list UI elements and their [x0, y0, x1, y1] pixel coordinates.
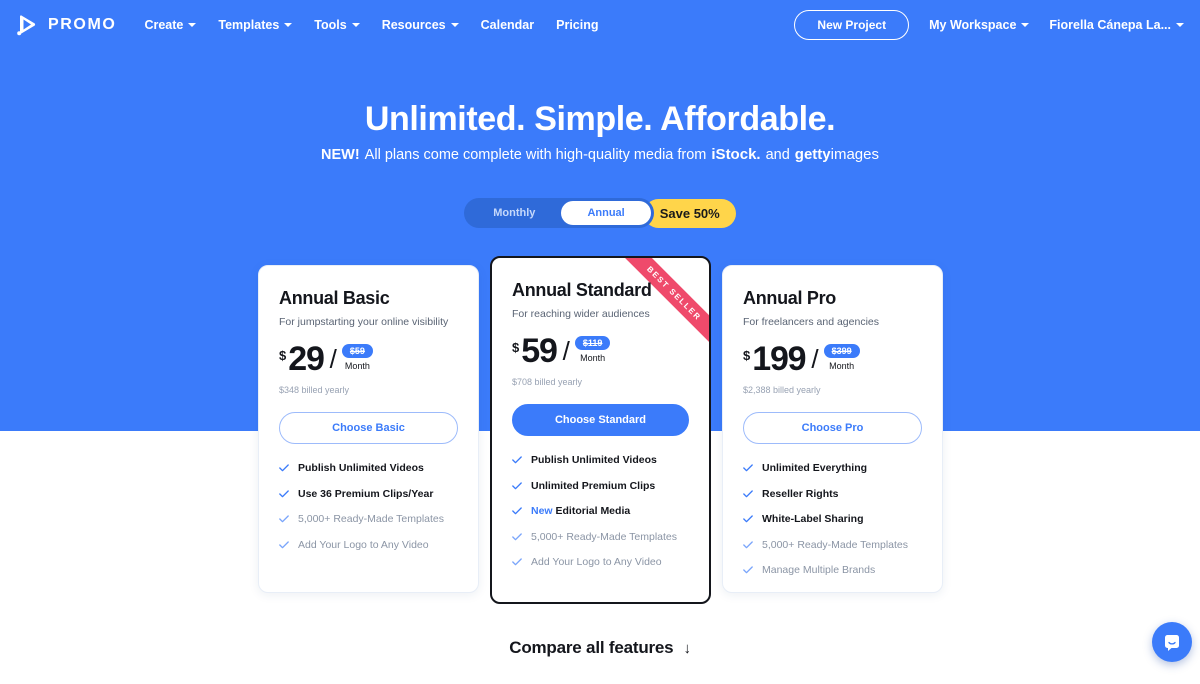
check-icon: [512, 507, 522, 515]
choose-basic-button[interactable]: Choose Basic: [279, 412, 458, 444]
feature-item: Publish Unlimited Videos: [512, 454, 689, 467]
feature-text: Add Your Logo to Any Video: [531, 556, 662, 569]
choose-standard-button[interactable]: Choose Standard: [512, 404, 689, 436]
feature-item-editorial: New Editorial Media: [512, 505, 689, 518]
check-icon: [279, 489, 289, 497]
check-icon: [743, 566, 753, 574]
period-label: Month: [344, 361, 370, 371]
check-icon: [279, 541, 289, 549]
pricing-cards: Annual Basic For jumpstarting your onlin…: [0, 0, 1200, 684]
toggle-option-annual[interactable]: Annual: [561, 201, 651, 225]
feature-item: 5,000+ Ready-Made Templates: [512, 531, 689, 544]
feature-item: 5,000+ Ready-Made Templates: [743, 539, 922, 552]
feature-text: Add Your Logo to Any Video: [298, 538, 429, 551]
chat-launcher-button[interactable]: [1152, 622, 1192, 662]
feature-list: Unlimited Everything Reseller Rights Whi…: [743, 462, 922, 577]
period-label: Month: [580, 353, 606, 363]
check-icon: [743, 489, 753, 497]
currency-symbol: $: [743, 348, 751, 363]
plan-title: Annual Standard: [512, 280, 652, 300]
feature-list: Publish Unlimited Videos Use 36 Premium …: [279, 462, 458, 551]
feature-item: Use 36 Premium Clips/Year: [279, 488, 458, 501]
plan-price-row: $ 29 / $59 Month: [279, 342, 458, 376]
check-icon: [512, 558, 522, 566]
old-price-badge: $59: [341, 344, 373, 358]
compare-label: Compare all features: [509, 638, 674, 657]
check-icon: [512, 481, 522, 489]
feature-item: Add Your Logo to Any Video: [279, 539, 458, 552]
save-badge: Save 50%: [643, 198, 736, 228]
plan-price-row: $ 59 / $119 Month: [512, 334, 689, 368]
feature-text: 5,000+ Ready-Made Templates: [531, 530, 678, 543]
card-body: Annual Pro For freelancers and agencies …: [723, 266, 942, 577]
feature-list: Publish Unlimited Videos Unlimited Premi…: [512, 454, 689, 569]
plan-price-row: $ 199 / $399 Month: [743, 342, 922, 376]
feature-item: 5,000+ Ready-Made Templates: [279, 513, 458, 526]
price-amount: 199: [752, 340, 806, 378]
billed-yearly-note: $348 billed yearly: [279, 385, 350, 395]
plan-description: For jumpstarting your online visibility: [279, 316, 449, 328]
card-body: Annual Basic For jumpstarting your onlin…: [259, 266, 478, 551]
feature-text: Reseller Rights: [762, 487, 839, 500]
feature-text: 5,000+ Ready-Made Templates: [298, 513, 445, 526]
feature-text: Unlimited Everything: [762, 462, 868, 474]
toggle-option-monthly[interactable]: Monthly: [467, 201, 561, 225]
feature-text: Use 36 Premium Clips/Year: [298, 487, 434, 500]
billing-toggle[interactable]: Monthly Annual: [464, 198, 654, 228]
chat-icon: [1165, 635, 1179, 651]
currency-symbol: $: [512, 340, 520, 355]
pricing-card-basic: Annual Basic For jumpstarting your onlin…: [258, 265, 479, 593]
check-icon: [279, 464, 289, 472]
check-icon: [512, 533, 522, 541]
card-body: Annual Standard For reaching wider audie…: [492, 258, 709, 569]
pricing-card-standard: BEST SELLER Annual Standard For reaching…: [490, 256, 711, 604]
feature-text: Publish Unlimited Videos: [298, 462, 424, 474]
price-amount: 29: [288, 340, 325, 378]
compare-all-features-link[interactable]: Compare all features ↓: [0, 638, 1200, 658]
feature-item: Manage Multiple Brands: [743, 564, 922, 577]
feature-text: Editorial Media: [555, 505, 631, 518]
feature-item: Reseller Rights: [743, 488, 922, 501]
check-icon: [743, 464, 753, 472]
plan-description: For freelancers and agencies: [743, 316, 879, 328]
feature-text-wrap: New Editorial Media: [531, 505, 630, 518]
feature-text: Publish Unlimited Videos: [531, 454, 657, 466]
feature-text: White-Label Sharing: [762, 513, 864, 526]
price-amount: 59: [521, 332, 558, 370]
currency-symbol: $: [279, 348, 287, 363]
arrow-down-icon: ↓: [683, 639, 691, 657]
new-tag: New: [531, 505, 553, 518]
billed-yearly-note: $2,388 billed yearly: [743, 385, 821, 395]
feature-text: Manage Multiple Brands: [762, 564, 876, 577]
check-icon: [743, 541, 753, 549]
price-separator: /: [811, 344, 819, 374]
plan-title: Annual Basic: [279, 288, 390, 308]
old-price-badge: $399: [823, 344, 860, 358]
price-period-col: $119 Month: [574, 336, 611, 363]
check-icon: [512, 456, 522, 464]
pricing-page: PROMO Create Templates Tools Resources C…: [0, 0, 1200, 684]
feature-text: Unlimited Premium Clips: [531, 479, 656, 492]
check-icon: [743, 515, 753, 523]
plan-description: For reaching wider audiences: [512, 308, 650, 320]
feature-item: Publish Unlimited Videos: [279, 462, 458, 475]
feature-item: Unlimited Premium Clips: [512, 480, 689, 493]
feature-item: Add Your Logo to Any Video: [512, 556, 689, 569]
period-label: Month: [829, 361, 855, 371]
pricing-card-pro: Annual Pro For freelancers and agencies …: [722, 265, 943, 593]
feature-item: White-Label Sharing: [743, 513, 922, 526]
price-separator: /: [329, 344, 337, 374]
feature-text: 5,000+ Ready-Made Templates: [762, 538, 909, 551]
price-separator: /: [562, 336, 570, 366]
billed-yearly-note: $708 billed yearly: [512, 377, 583, 387]
plan-title: Annual Pro: [743, 288, 837, 308]
price-period-col: $59 Month: [341, 344, 373, 371]
check-icon: [279, 515, 289, 523]
price-period-col: $399 Month: [823, 344, 860, 371]
feature-item: Unlimited Everything: [743, 462, 922, 475]
choose-pro-button[interactable]: Choose Pro: [743, 412, 922, 444]
old-price-badge: $119: [574, 336, 611, 350]
